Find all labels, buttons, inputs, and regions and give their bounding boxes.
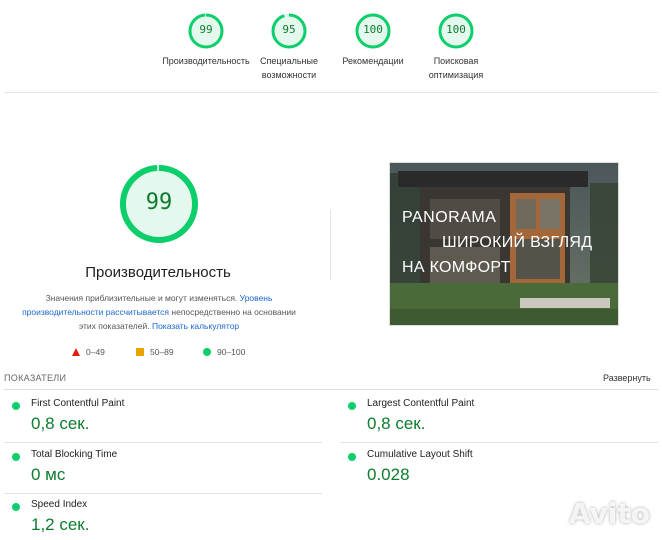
pass-circle-icon: [12, 503, 20, 511]
circle-icon: [203, 348, 211, 356]
expand-button[interactable]: Развернуть: [603, 373, 651, 383]
avito-watermark: Avito: [537, 497, 650, 530]
legend-pass: 90–100: [203, 347, 245, 357]
metric-value: 0,8 сек.: [31, 414, 90, 433]
performance-description: Значения приблизительные и могут изменят…: [18, 291, 300, 333]
avito-logo-icon: [537, 502, 563, 524]
pass-circle-icon: [12, 402, 20, 410]
gauge-performance[interactable]: 99: [187, 12, 225, 50]
metric-value: 1,2 сек.: [31, 515, 90, 534]
hero-line-2: ШИРОКИЙ ВЗГЛЯД: [442, 234, 593, 251]
metric-label: Largest Contentful Paint: [367, 398, 475, 409]
hero-line-1: PANORAMA: [402, 209, 497, 226]
gauge-label-accessibility: Специальные возможности: [260, 56, 318, 80]
metric-row-divider: [340, 442, 658, 443]
watermark-text: Avito: [568, 497, 650, 530]
performance-title: Производительность: [85, 264, 231, 281]
metric-label: Speed Index: [31, 499, 88, 510]
gauge-score: 100: [446, 23, 466, 36]
gauge-score: 99: [199, 23, 213, 36]
legend-average: 50–89: [136, 347, 174, 357]
metric-label: First Contentful Paint: [31, 398, 125, 409]
legend-fail-label: 0–49: [86, 347, 105, 357]
hero-line-3: НА КОМФОРТ: [402, 259, 511, 276]
top-divider: [4, 92, 658, 93]
metric-value: 0,8 сек.: [367, 414, 426, 433]
metric-cls: Cumulative Layout Shift 0.028: [348, 449, 648, 489]
gauge-score: 99: [145, 190, 173, 215]
metric-value: 0.028: [367, 465, 410, 484]
metric-value: 0 мс: [31, 465, 66, 484]
metric-row-divider: [4, 493, 322, 494]
metric-tbt: Total Blocking Time 0 мс: [12, 449, 312, 489]
pass-circle-icon: [12, 453, 20, 461]
show-calculator-link[interactable]: Показать калькулятор: [152, 321, 239, 331]
metrics-divider: [4, 389, 658, 390]
gauge-label-seo: Поисковая оптимизация: [428, 56, 484, 80]
gauge-label-performance: Производительность: [162, 56, 250, 66]
metric-row-divider: [4, 442, 322, 443]
gauge-best-practices[interactable]: 100: [354, 12, 392, 50]
desc-text-1: Значения приблизительные и могут изменят…: [45, 293, 238, 303]
metric-speed-index: Speed Index 1,2 сек.: [12, 499, 312, 539]
triangle-icon: [72, 348, 80, 356]
vertical-divider: [330, 210, 331, 280]
legend-pass-label: 90–100: [217, 347, 246, 357]
gauge-label-best-practices: Рекомендации: [342, 56, 404, 66]
gauge-score: 95: [282, 23, 296, 36]
legend-average-label: 50–89: [150, 347, 174, 357]
pass-circle-icon: [348, 453, 356, 461]
gauge-seo[interactable]: 100: [437, 12, 475, 50]
metric-lcp: Largest Contentful Paint 0,8 сек.: [348, 398, 648, 438]
square-icon: [136, 348, 144, 356]
page-screenshot-preview: PANORAMA ШИРОКИЙ ВЗГЛЯД НА КОМФОРТ: [389, 162, 619, 326]
metric-label: Cumulative Layout Shift: [367, 449, 473, 460]
metric-fcp: First Contentful Paint 0,8 сек.: [12, 398, 312, 438]
gauge-accessibility[interactable]: 95: [270, 12, 308, 50]
pass-circle-icon: [348, 402, 356, 410]
metric-label: Total Blocking Time: [31, 449, 118, 460]
legend-fail: 0–49: [72, 347, 105, 357]
metrics-section-header: ПОКАЗАТЕЛИ: [4, 373, 67, 383]
performance-gauge-large: 99: [118, 163, 200, 245]
gauge-score: 100: [363, 23, 383, 36]
